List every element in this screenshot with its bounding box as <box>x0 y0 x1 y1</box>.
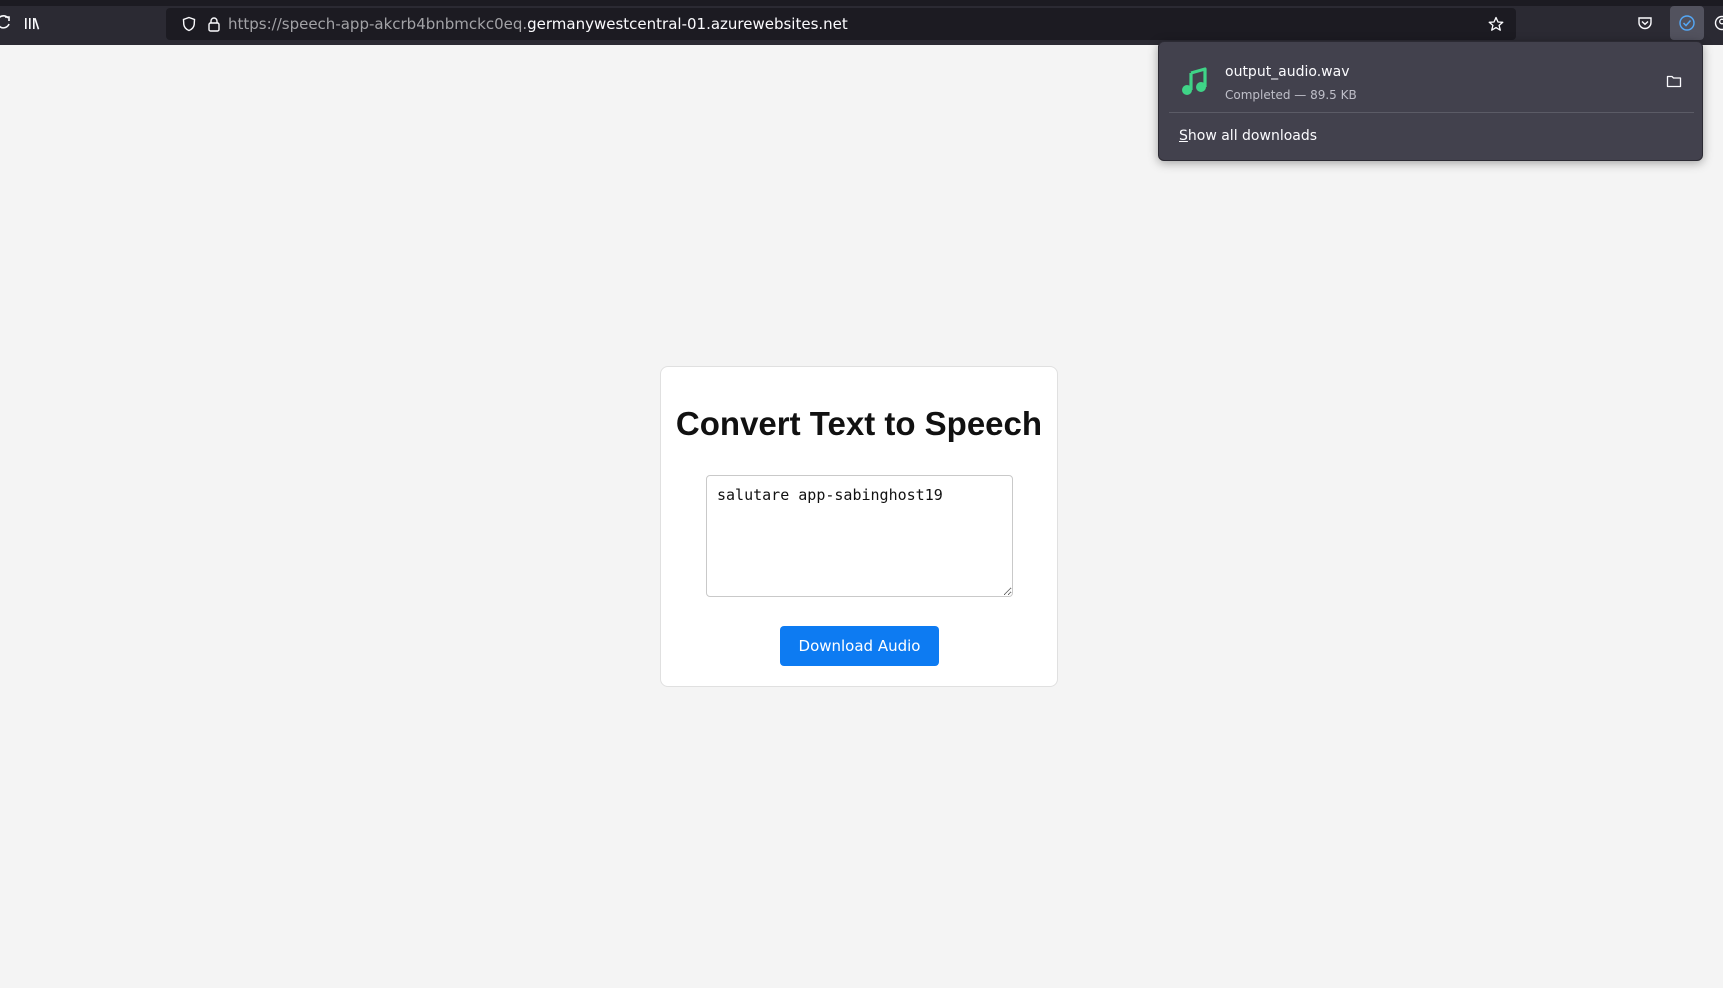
download-audio-button[interactable]: Download Audio <box>780 626 939 666</box>
panel-divider <box>1169 112 1694 113</box>
tts-card: Convert Text to Speech salutare app-sabi… <box>660 366 1058 687</box>
access-key: S <box>1179 128 1188 144</box>
downloads-panel: output_audio.wav Completed — 89.5 KB Sho… <box>1158 41 1703 161</box>
tab-strip-edge <box>0 0 1723 6</box>
account-icon[interactable] <box>1705 6 1723 40</box>
star-icon[interactable] <box>1479 7 1513 41</box>
lock-icon[interactable] <box>197 7 231 41</box>
url-bar[interactable]: https://speech-app-akcrb4bnbmckc0eq.germ… <box>166 8 1516 40</box>
show-all-downloads-button[interactable]: Show all downloads <box>1169 119 1694 153</box>
download-item[interactable]: output_audio.wav Completed — 89.5 KB <box>1169 50 1694 110</box>
text-input[interactable]: salutare app-sabinghost19 <box>706 475 1013 597</box>
pocket-icon[interactable] <box>1628 6 1662 40</box>
url-text[interactable]: https://speech-app-akcrb4bnbmckc0eq.germ… <box>228 8 848 40</box>
show-all-downloads-label: how all downloads <box>1187 128 1318 144</box>
downloads-icon[interactable] <box>1670 6 1704 40</box>
page-title: Convert Text to Speech <box>675 405 1043 442</box>
library-icon[interactable] <box>15 6 49 40</box>
url-prefix: https://speech-app-akcrb4bnbmckc0eq. <box>228 15 528 33</box>
music-file-icon <box>1179 65 1211 97</box>
browser-toolbar: https://speech-app-akcrb4bnbmckc0eq.germ… <box>0 0 1723 45</box>
folder-icon[interactable] <box>1661 68 1687 94</box>
download-filename: output_audio.wav <box>1225 64 1350 80</box>
url-domain: germanywestcentral-01.azurewebsites.net <box>527 15 848 33</box>
download-status: Completed — 89.5 KB <box>1225 88 1357 102</box>
